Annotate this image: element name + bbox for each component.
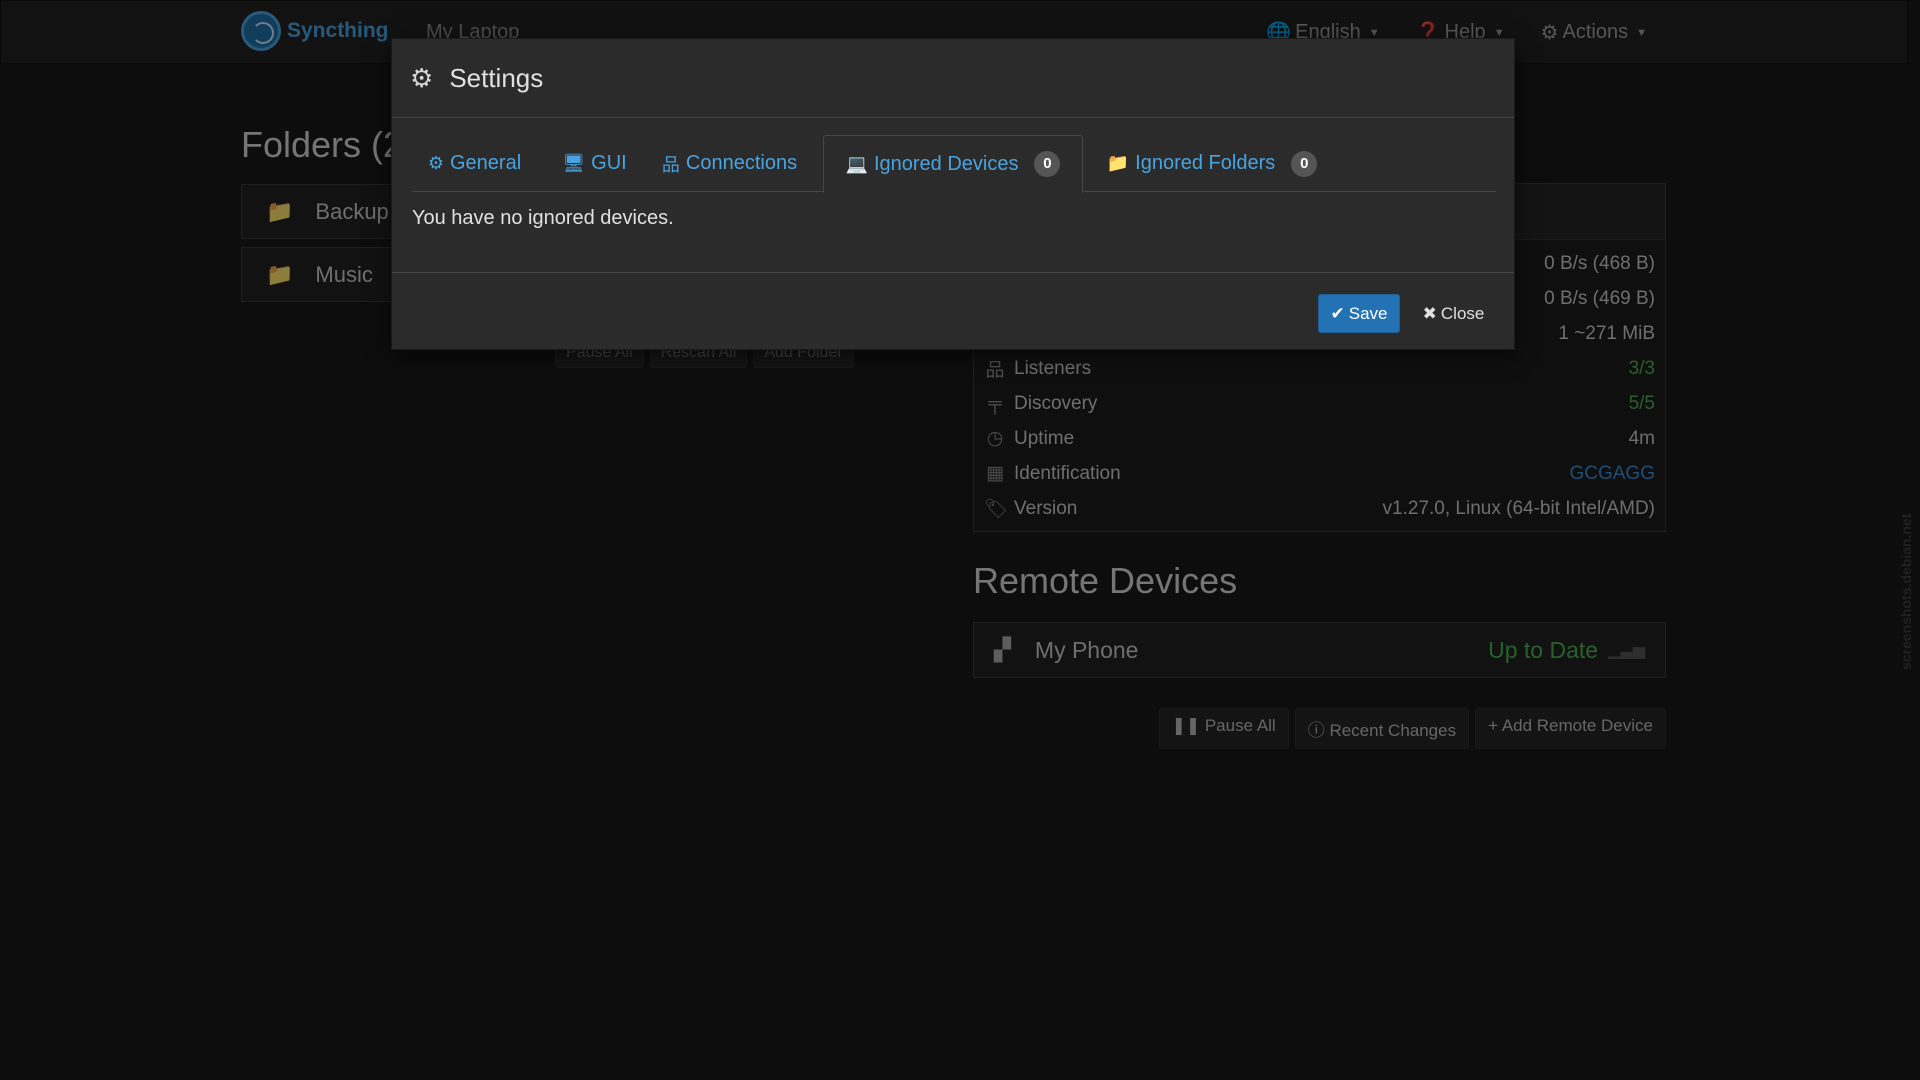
settings-modal: ⚙ Settings ⚙ General 🖥 GUI 品 Connections… (391, 38, 1515, 350)
close-label: Close (1440, 303, 1485, 323)
settings-tabs: ⚙ General 🖥 GUI 品 Connections 💻 Ignored … (412, 135, 1496, 193)
tab-label: General (449, 152, 522, 174)
gear-icon: ⚙ (427, 153, 444, 173)
tab-connections[interactable]: 品 Connections (652, 135, 807, 192)
no-ignored-devices-message: You have no ignored devices. (412, 207, 674, 229)
tab-label: Ignored Folders (1135, 152, 1276, 174)
close-icon: ✖ (1422, 303, 1437, 323)
folder-icon: 📁 (1106, 153, 1130, 173)
laptop-icon: 💻 (845, 153, 868, 174)
tab-gui[interactable]: 🖥 GUI (552, 135, 637, 192)
save-button[interactable]: ✔ Save (1318, 294, 1400, 333)
tab-label: GUI (591, 152, 627, 174)
save-label: Save (1348, 303, 1388, 323)
tab-ignored-folders[interactable]: 📁 Ignored Folders 0 (1097, 135, 1327, 192)
tab-ignored-devices[interactable]: 💻 Ignored Devices 0 (823, 135, 1083, 193)
modal-footer: ✔ Save ✖ Close (392, 272, 1514, 350)
check-icon: ✔ (1330, 303, 1345, 323)
modal-header: ⚙ Settings (392, 39, 1514, 118)
gear-icon: ⚙ (410, 62, 434, 93)
sitemap-icon: 品 (661, 154, 680, 175)
desktop-icon: 🖥 (562, 153, 586, 173)
tab-label: Connections (685, 152, 798, 174)
ignored-folders-count-badge: 0 (1291, 150, 1318, 177)
close-button[interactable]: ✖ Close (1411, 294, 1496, 333)
tab-general[interactable]: ⚙ General (412, 135, 537, 192)
ignored-devices-count-badge: 0 (1034, 151, 1061, 177)
tab-label: Ignored Devices (873, 152, 1019, 175)
modal-title: Settings (449, 62, 544, 93)
